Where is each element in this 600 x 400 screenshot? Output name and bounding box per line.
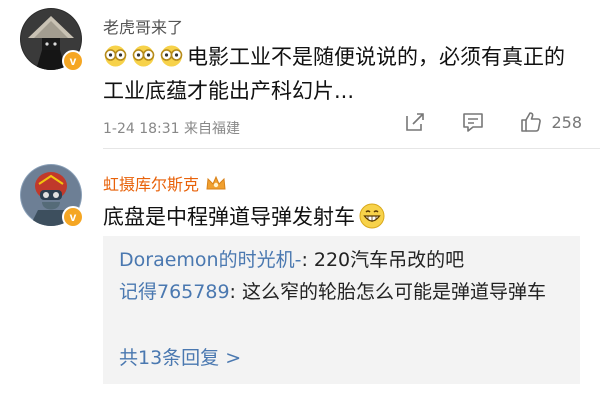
glasses-face-emoji-icon [160, 45, 183, 67]
reply-username[interactable]: Doraemon的时光机- [119, 249, 301, 271]
comment-divider [103, 148, 600, 149]
more-replies-link[interactable]: 共13条回复 > [119, 343, 241, 370]
comment-username[interactable]: 老虎哥来了 [103, 14, 183, 38]
verified-v-icon: v [62, 50, 84, 72]
comment-text: 电影工业不是随便说说的，必须有真正的工业底蕴才能出产科幻片... [103, 40, 573, 108]
crown-icon[interactable] [205, 174, 227, 192]
comment-meta: 1-24 18:31 来自福建 [103, 118, 240, 138]
comment-icon [463, 113, 484, 132]
grin-emoji-icon [359, 203, 385, 229]
reply-preview-box[interactable]: Doraemon的时光机-: 220汽车吊改的吧 记得765789: 这么窄的轮… [103, 236, 580, 384]
reply-text: : 220汽车吊改的吧 [301, 249, 465, 271]
reply-item[interactable]: Doraemon的时光机-: 220汽车吊改的吧 [119, 244, 567, 276]
comment-source: 来自福建 [184, 121, 241, 137]
verified-v-icon: v [62, 206, 84, 228]
share-icon [406, 113, 425, 131]
comment-text-body: 底盘是中程弹道导弹发射车 [103, 205, 355, 229]
like-button[interactable]: 258 [519, 110, 582, 134]
comment-timestamp: 1-24 18:31 [103, 121, 180, 137]
glasses-face-emoji-icon [104, 45, 127, 67]
comment-item: v 老虎哥来了 电影工业不是随便说说的，必须有真正的工业底蕴才能出产科幻片...… [0, 0, 600, 149]
comment-text: 底盘是中程弹道导弹发射车 [103, 200, 573, 234]
comment-username-row: 虹摄库尔斯克 [103, 171, 227, 195]
avatar[interactable]: v [20, 164, 84, 228]
comment-username[interactable]: 虹摄库尔斯克 [103, 171, 199, 195]
reply-username[interactable]: 记得765789 [119, 281, 230, 303]
comment-actions: 258 [403, 110, 582, 134]
glasses-face-emoji-icon [132, 45, 155, 67]
like-count: 258 [551, 112, 582, 132]
thumbs-up-icon [521, 112, 542, 132]
comment-button[interactable] [461, 110, 485, 134]
comment-item: v 虹摄库尔斯克 底盘是中程弹道导弹发射车 Doraemon的时光机-: 220… [0, 150, 600, 400]
reply-text: : 这么窄的轮胎怎么可能是弹道导弹车 [229, 281, 546, 303]
reply-item[interactable]: 记得765789: 这么窄的轮胎怎么可能是弹道导弹车 [119, 276, 567, 308]
avatar[interactable]: v [20, 8, 84, 72]
share-button[interactable] [403, 110, 427, 134]
